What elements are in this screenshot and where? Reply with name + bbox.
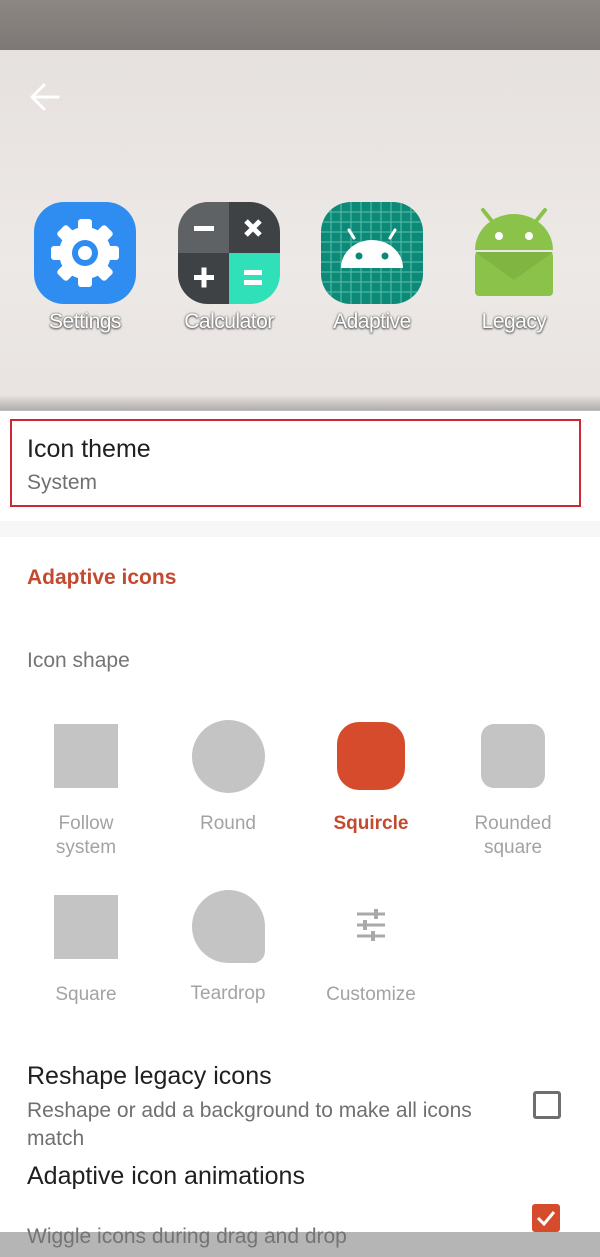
shape-label: Square (55, 984, 117, 1005)
shape-option-rounded-square[interactable]: Rounded square (443, 724, 583, 860)
sliders-icon (357, 909, 385, 941)
squircle-shape-icon (337, 722, 405, 790)
reshape-legacy-summary: Reshape or add a background to make all … (27, 1099, 472, 1150)
status-bar (0, 0, 600, 50)
settings-gear-icon (34, 202, 136, 304)
shape-option-square[interactable]: Square (16, 895, 156, 1007)
checkmark-icon (536, 1211, 556, 1227)
preview-shadow (0, 395, 600, 411)
square-shape-icon (54, 724, 118, 788)
app-label: Adaptive (333, 310, 411, 333)
square-shape-icon (54, 895, 118, 959)
adaptive-animations-title: Adaptive icon animations (27, 1162, 305, 1190)
shape-label: Customize (326, 984, 416, 1005)
app-label: Calculator (184, 310, 274, 333)
android-legacy-icon (475, 208, 553, 296)
preview-app-calculator: Calculator (174, 200, 284, 334)
shape-option-round[interactable]: Round (158, 720, 298, 836)
rounded-square-shape-icon (481, 724, 545, 788)
shape-option-teardrop[interactable]: Teardrop (158, 890, 298, 1006)
shape-label: Rounded square (474, 813, 552, 858)
shape-option-customize[interactable]: Customize (301, 905, 441, 1007)
icon-theme-value: System (27, 471, 98, 494)
app-label: Legacy (481, 310, 547, 333)
preview-app-settings: Settings (30, 200, 140, 334)
shape-option-squircle[interactable]: Squircle (301, 722, 441, 836)
preview-app-adaptive: Adaptive (317, 200, 427, 334)
adaptive-icons-header: Adaptive icons (27, 566, 177, 589)
app-label: Settings (49, 310, 121, 333)
back-button[interactable] (28, 80, 66, 114)
shape-option-follow-system[interactable]: Follow system (16, 724, 156, 860)
navigation-bar (0, 1232, 600, 1257)
shape-label: Round (200, 813, 256, 834)
icon-theme-setting[interactable]: Icon theme System (0, 411, 600, 521)
android-adaptive-icon (321, 202, 423, 304)
icon-shape-header: Icon shape (27, 649, 130, 672)
section-divider (0, 521, 600, 537)
preview-app-legacy: Legacy (459, 200, 569, 334)
circle-shape-icon (191, 720, 265, 793)
shape-label: Teardrop (190, 983, 266, 1004)
shape-label: Follow system (55, 813, 117, 858)
calculator-icon (178, 202, 280, 304)
shape-label: Squircle (333, 813, 409, 834)
icon-theme-title: Icon theme (27, 435, 151, 463)
reshape-legacy-checkbox[interactable] (533, 1091, 561, 1119)
reshape-legacy-title: Reshape legacy icons (27, 1062, 272, 1090)
teardrop-shape-icon (191, 890, 265, 963)
arrow-left-icon (30, 83, 60, 111)
adaptive-animations-checkbox[interactable] (532, 1204, 560, 1232)
